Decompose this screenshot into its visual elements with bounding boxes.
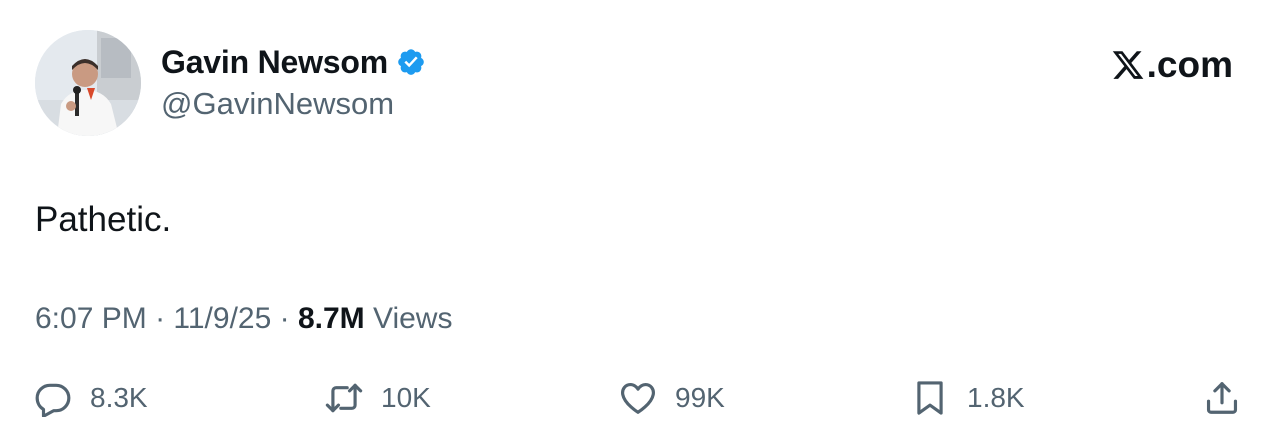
brand-label: .com (1146, 44, 1233, 85)
avatar[interactable] (35, 30, 141, 136)
meta-separator: · (146, 302, 174, 335)
views-label: Views (364, 302, 453, 335)
tweet-meta: 6:07 PM · 11/9/25 · 8.7M Views (35, 302, 452, 336)
tweet-date[interactable]: 11/9/25 (173, 302, 271, 335)
like-count: 99K (675, 382, 725, 413)
bookmark-button[interactable]: 1.8K (911, 376, 1025, 420)
x-com-brand: .com (1110, 44, 1233, 86)
profile-photo (35, 30, 141, 136)
tweet-actions: 8.3K 10K 99K 1.8K (0, 376, 1265, 420)
author-name-row[interactable]: Gavin Newsom (161, 42, 426, 82)
tweet-time[interactable]: 6:07 PM (35, 302, 147, 335)
retweet-icon (325, 383, 363, 413)
share-icon (1206, 382, 1238, 414)
heart-icon (621, 382, 655, 414)
x-logo-icon (1112, 51, 1143, 79)
retweet-count: 10K (381, 382, 431, 413)
author-handle[interactable]: @GavinNewsom (161, 86, 394, 122)
author-display-name[interactable]: Gavin Newsom (161, 44, 388, 81)
like-button[interactable]: 99K (619, 376, 725, 420)
reply-button[interactable]: 8.3K (34, 376, 148, 420)
tweet-text: Pathetic. (35, 200, 172, 239)
bookmark-icon (917, 381, 943, 415)
views-count: 8.7M (297, 302, 365, 335)
reply-icon (35, 383, 71, 417)
bookmark-count: 1.8K (967, 382, 1025, 413)
retweet-button[interactable]: 10K (325, 376, 431, 420)
reply-count: 8.3K (90, 382, 148, 413)
share-button[interactable] (1203, 376, 1241, 420)
verified-badge-icon (398, 49, 424, 75)
meta-separator: · (271, 302, 298, 335)
